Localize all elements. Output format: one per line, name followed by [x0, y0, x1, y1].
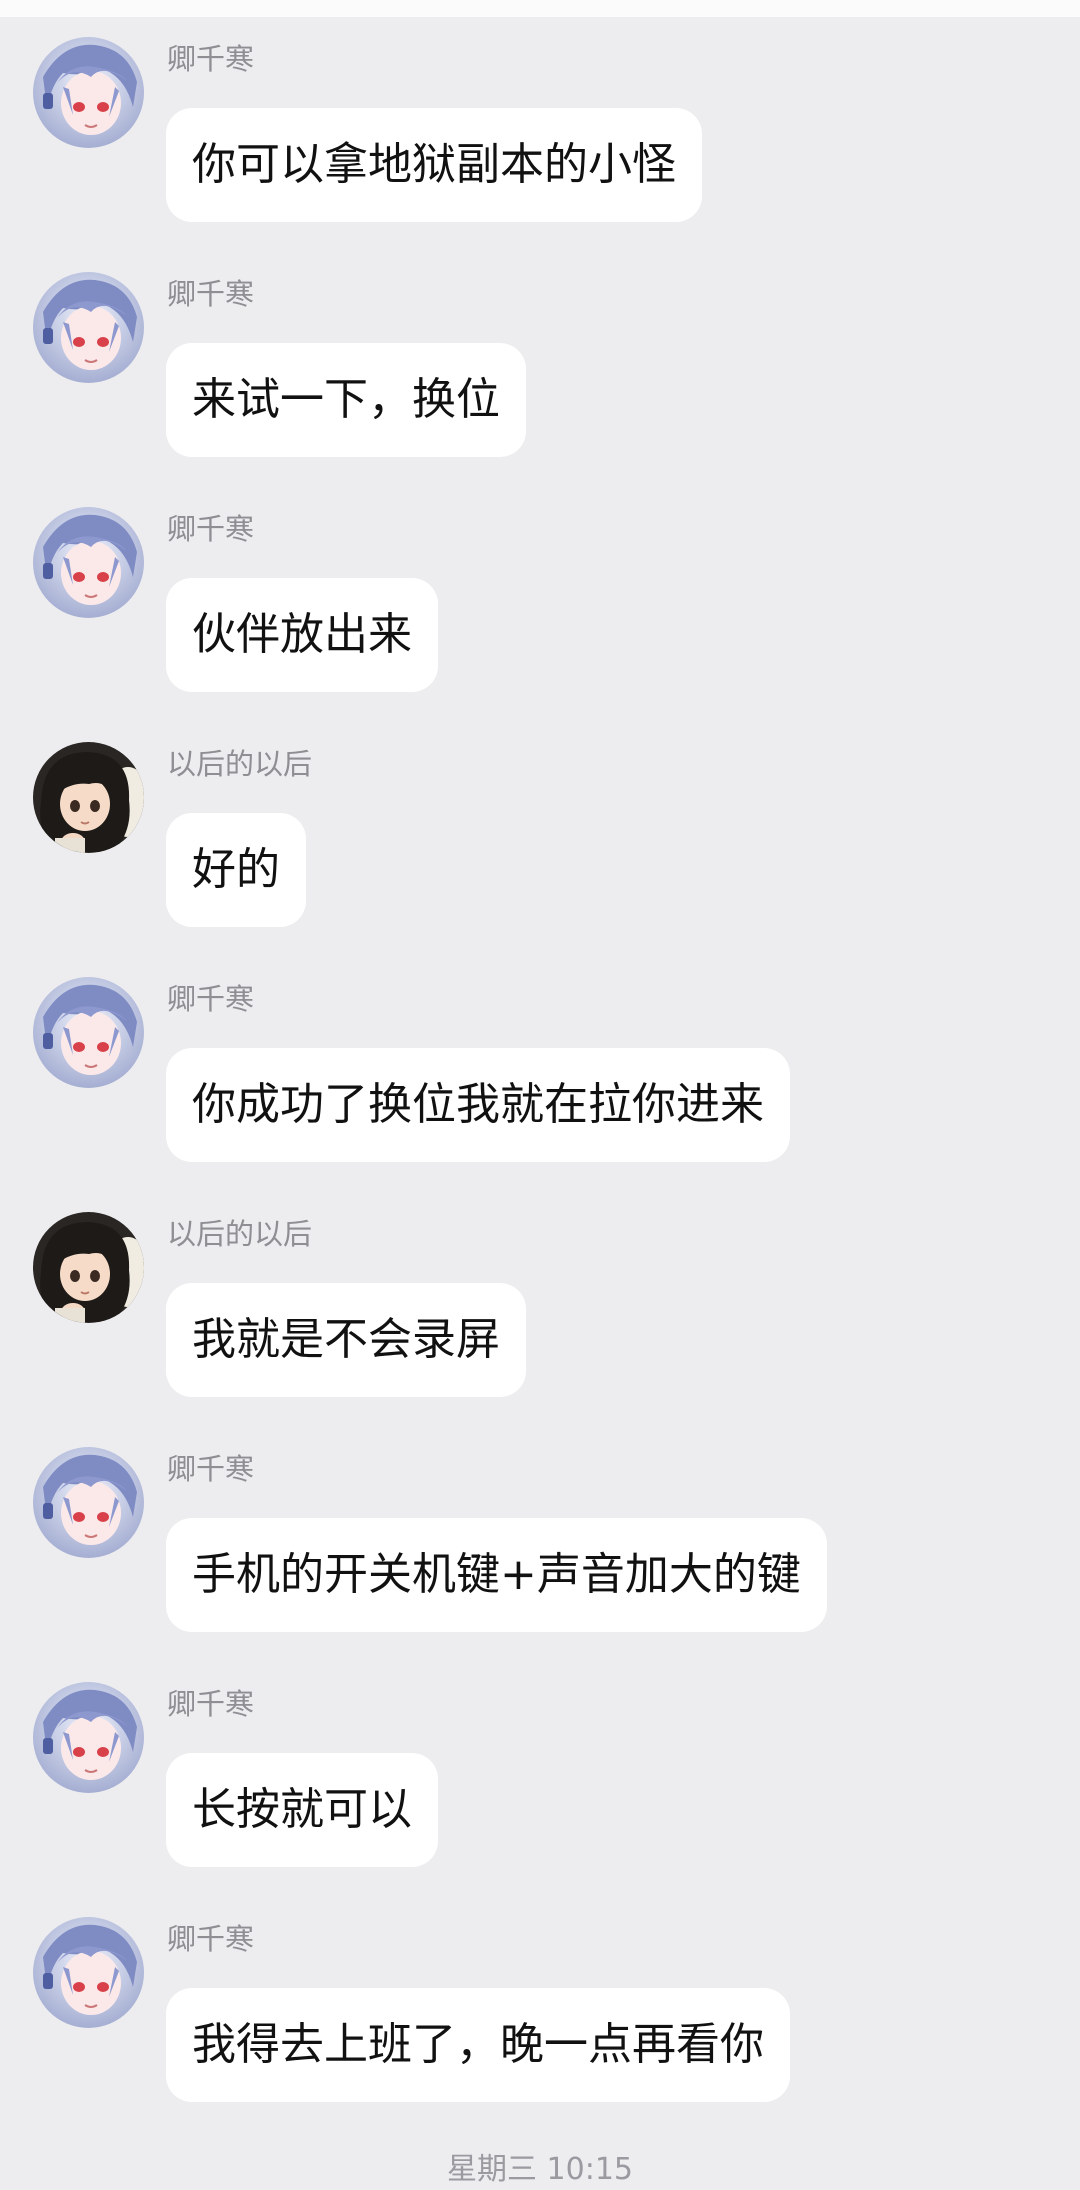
message-bubble[interactable]: 手机的开关机键+声音加大的键 [166, 1518, 827, 1632]
avatar[interactable] [33, 507, 144, 618]
sender-name: 卿千寒 [167, 1687, 255, 1721]
message-row: 卿千寒 伙伴放出来 [0, 507, 1080, 737]
message-bubble[interactable]: 你成功了换位我就在拉你进来 [166, 1048, 790, 1162]
sender-name: 卿千寒 [167, 982, 255, 1016]
message-row: 卿千寒来试一下，换位 [0, 272, 1080, 502]
avatar[interactable] [33, 742, 144, 853]
message-bubble[interactable]: 我得去上班了，晚一点再看你 [166, 1988, 790, 2102]
sender-name: 以后的以后 [167, 747, 313, 781]
sender-name: 卿千寒 [167, 1922, 255, 1956]
avatar[interactable] [33, 1447, 144, 1558]
sender-name: 以后的以后 [167, 1217, 313, 1251]
sender-name: 卿千寒 [167, 512, 255, 546]
avatar[interactable] [33, 1917, 144, 2028]
message-row: 卿千寒 长按就可以 [0, 1682, 1080, 1912]
sender-name: 卿千寒 [167, 277, 255, 311]
message-row: 以后的以后我就是不会录屏 [0, 1212, 1080, 1442]
message-bubble[interactable]: 我就是不会录屏 [166, 1283, 526, 1397]
time-separator: 星期三 10:15 [447, 2152, 633, 2187]
avatar[interactable] [33, 977, 144, 1088]
avatar[interactable] [33, 1212, 144, 1323]
top-strip [0, 0, 1080, 17]
avatar[interactable] [33, 272, 144, 383]
avatar[interactable] [33, 1682, 144, 1793]
message-row: 卿千寒我得去上班了，晚一点再看你 [0, 1917, 1080, 2147]
message-bubble[interactable]: 伙伴放出来 [166, 578, 438, 692]
message-bubble[interactable]: 你可以拿地狱副本的小怪 [166, 108, 702, 222]
message-row: 以后的以后 好的 [0, 742, 1080, 972]
message-bubble[interactable]: 好的 [166, 813, 306, 927]
message-row: 卿千寒手机的开关机键+声音加大的键 [0, 1447, 1080, 1677]
avatar[interactable] [33, 37, 144, 148]
message-row: 卿千寒你成功了换位我就在拉你进来 [0, 977, 1080, 1207]
message-bubble[interactable]: 长按就可以 [166, 1753, 438, 1867]
sender-name: 卿千寒 [167, 1452, 255, 1486]
message-bubble[interactable]: 来试一下，换位 [166, 343, 526, 457]
message-row: 卿千寒你可以拿地狱副本的小怪 [0, 37, 1080, 267]
sender-name: 卿千寒 [167, 42, 255, 76]
